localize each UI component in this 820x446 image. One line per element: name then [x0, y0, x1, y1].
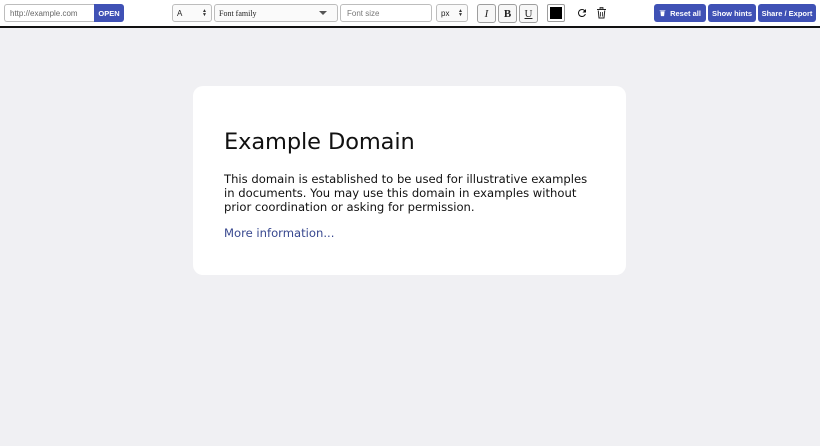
select-arrows-icon: ▲ ▼: [202, 8, 207, 18]
page-description: This domain is established to be used fo…: [224, 172, 588, 214]
chevron-down-icon: [319, 11, 327, 15]
trash-icon: [659, 9, 666, 17]
element-tag-select[interactable]: A ▲ ▼: [172, 4, 212, 22]
font-family-select[interactable]: Font family: [214, 4, 338, 22]
open-button[interactable]: OPEN: [94, 4, 124, 22]
underline-button[interactable]: U: [519, 4, 538, 23]
text-color-picker[interactable]: [547, 4, 565, 22]
editor-toolbar: OPEN A ▲▼ Font family px ▲▼ I B U: [0, 0, 820, 28]
share-export-button[interactable]: Share / Export: [758, 4, 816, 22]
bold-button[interactable]: B: [498, 4, 517, 23]
redo-arrow-icon[interactable]: [575, 5, 589, 20]
trash-icon[interactable]: [594, 5, 608, 20]
font-unit-select[interactable]: px ▲ ▼: [436, 4, 468, 22]
color-swatch: [550, 7, 562, 19]
select-arrows-icon: ▲ ▼: [458, 8, 463, 18]
font-size-input[interactable]: [340, 4, 432, 22]
italic-button[interactable]: I: [477, 4, 496, 23]
element-tag-value: A: [177, 8, 183, 18]
reset-all-label: Reset all: [670, 8, 701, 18]
content-card: Example Domain This domain is establishe…: [193, 86, 626, 275]
page-title: Example Domain: [224, 129, 415, 155]
more-information-link[interactable]: More information...: [224, 226, 334, 240]
url-input[interactable]: [4, 4, 94, 22]
reset-all-button[interactable]: Reset all: [654, 4, 706, 22]
font-family-value: Font family: [219, 8, 257, 18]
font-unit-value: px: [441, 8, 450, 18]
show-hints-button[interactable]: Show hints: [708, 4, 756, 22]
